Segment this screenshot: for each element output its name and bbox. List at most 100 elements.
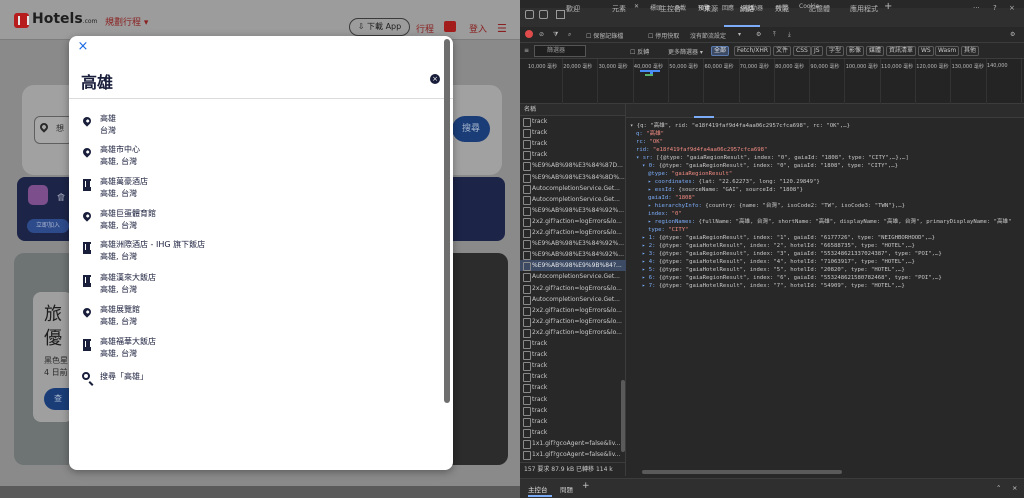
request-row[interactable]: 2x2.gif?action=logErrors&lo... [520, 216, 626, 227]
tab-response[interactable]: 回應 [722, 3, 734, 12]
filter-chip-ws[interactable]: WS [918, 46, 934, 56]
request-row[interactable]: %E9%AB%98%E3%84%8D%... [520, 172, 626, 183]
drawer-tab-console[interactable]: 主控台 [528, 484, 548, 494]
preview-line[interactable]: ▸ 1: {@type: "gaiaRegionResult", index: … [630, 234, 1020, 242]
tab-elements[interactable]: 元素 [612, 4, 626, 14]
request-row[interactable]: 2x2.gif?action=logErrors&lo... [520, 305, 626, 316]
tab-headers[interactable]: 標頭 [650, 3, 662, 12]
tab-payload[interactable]: 承載 [674, 3, 686, 12]
preview-line[interactable]: ▸ 6: {@type: "gaiaRegionResult", index: … [630, 274, 1020, 282]
request-row[interactable]: track [520, 394, 626, 405]
preview-line[interactable]: ▸ hierarchyInfo: {country: {name: "台灣", … [630, 202, 1020, 210]
wifi-icon[interactable]: ▾ [738, 31, 741, 38]
tab-timing[interactable]: 時間 [776, 3, 788, 12]
preview-line[interactable]: type: "CITY" [630, 226, 1020, 234]
drawer-expand-icon[interactable]: ⌃ [996, 484, 1001, 492]
record-icon[interactable] [525, 30, 533, 38]
clear-icon[interactable]: ⊘ [539, 31, 544, 38]
tab-welcome[interactable]: 歡迎 [566, 4, 580, 14]
network-settings-icon[interactable]: ⚙ [1010, 31, 1015, 38]
suggestion-item[interactable]: 高雄漢來大飯店 高雄, 台灣 [81, 272, 421, 300]
request-row[interactable]: 1x1.gif?gcoAgent=false&liv... [520, 438, 626, 449]
filter-chip-other[interactable]: 其他 [961, 46, 980, 56]
preview-line[interactable]: ▸ 2: {@type: "gaiaHotelResult", index: "… [630, 242, 1020, 250]
request-row[interactable]: track [520, 349, 626, 361]
suggestion-item[interactable]: 高雄福華大飯店 高雄, 台灣 [81, 336, 421, 364]
request-row[interactable]: track [520, 371, 626, 383]
suggestion-item[interactable]: 高雄展覽館 高雄, 台灣 [81, 304, 421, 332]
request-row[interactable]: %E9%AB%98%E3%84%87D... [520, 160, 626, 172]
settings-icon[interactable]: ⚙ [756, 31, 761, 38]
close-icon[interactable]: × [76, 40, 90, 54]
inspect-icon[interactable] [525, 10, 534, 19]
request-row[interactable]: 2x2.gif?action=logErrors&lo... [520, 327, 626, 338]
request-row[interactable]: track [520, 127, 626, 139]
disable-cache-checkbox[interactable]: ☐ 停用快取 [648, 31, 679, 40]
preview-line[interactable]: @type: "gaiaRegionResult" [630, 170, 1020, 178]
suggestion-item[interactable]: 高雄 台灣 [81, 113, 421, 141]
hotels-logo-icon[interactable] [14, 13, 29, 28]
request-row[interactable]: 2x2.gif?action=logErrors&lo... [520, 283, 626, 294]
request-row[interactable]: 1x1.gif?gcoAgent=false&liv... [520, 449, 626, 460]
request-row[interactable]: AutocompletionService.Get... [520, 194, 626, 205]
filter-input[interactable]: 篩選器 [534, 45, 586, 57]
tab-application[interactable]: 應用程式 [850, 4, 878, 14]
preview-line[interactable]: ▸ 5: {@type: "gaiaHotelResult", index: "… [630, 266, 1020, 274]
request-row[interactable]: track [520, 138, 626, 150]
preview-line[interactable]: ▾ {q: "高雄", rid: "e18f419faf9d4fa4aa06c2… [630, 122, 1020, 130]
filter-chip-doc[interactable]: 文件 [773, 46, 792, 56]
menu-icon[interactable]: ☰ [497, 22, 507, 35]
close-detail-icon[interactable]: ✕ [634, 3, 639, 10]
request-row[interactable]: 2x2.gif?action=logErrors&lo... [520, 316, 626, 327]
tab-initiator[interactable]: 啟動器 [745, 3, 763, 12]
suggestion-item[interactable]: 高雄洲際酒店 - IHG 旗下飯店 高雄, 台灣 [81, 239, 421, 267]
get-app-button[interactable]: ⇩ 下載 App [349, 18, 410, 36]
hotels-logo[interactable]: Hotels.com [32, 11, 97, 27]
drawer-close-icon[interactable]: × [1012, 484, 1017, 492]
inbox-icon[interactable] [444, 21, 456, 32]
throttle-select[interactable]: 沒有節流設定 [690, 31, 726, 40]
preview-line[interactable]: ▸ 7: {@type: "gaiaHotelResult", index: "… [630, 282, 1020, 290]
preview-line[interactable]: ▾ sr: [{@type: "gaiaRegionResult", index… [630, 154, 1020, 162]
request-row[interactable]: track [520, 405, 626, 416]
help-icon[interactable]: ? [993, 4, 997, 12]
preview-horizontal-scrollbar[interactable] [642, 470, 842, 474]
destination-query-input[interactable]: 高雄 [81, 69, 113, 93]
request-row[interactable]: %E9%AB%98%E3%84%92%... [520, 249, 626, 261]
request-row[interactable]: AutocompletionService.Get... [520, 271, 626, 283]
preview-line[interactable]: gaiaId: "1808" [630, 194, 1020, 202]
filter-chip-js[interactable]: JS [811, 46, 823, 56]
filter-chip-font[interactable]: 字型 [826, 46, 845, 56]
import-icon[interactable]: ⤒ [773, 31, 776, 39]
more-filters-dropdown[interactable]: 更多篩選器 ▾ [668, 47, 703, 56]
export-icon[interactable]: ⤓ [788, 31, 791, 39]
destination-input[interactable] [34, 116, 74, 144]
preview-line[interactable]: ▸ essId: {sourceName: "GAI", sourceId: "… [630, 186, 1020, 194]
preview-line[interactable]: ▸ coordinates: {lat: "22.62273", long: "… [630, 178, 1020, 186]
request-row[interactable]: %E9%AB%98%E3%84%92%... [520, 238, 626, 250]
search-all-item[interactable]: 搜尋「高雄」 [81, 369, 421, 397]
trips-link[interactable]: 行程 [416, 22, 434, 35]
more-icon[interactable]: ··· [973, 4, 980, 12]
hero-cta-button[interactable]: 查 [44, 388, 70, 410]
filter-menu-icon[interactable]: ≡ [524, 47, 529, 54]
search-button[interactable]: 搜尋 [452, 116, 490, 142]
request-row[interactable]: track [520, 427, 626, 438]
filter-chip-img[interactable]: 影像 [846, 46, 865, 56]
suggestion-item[interactable]: 高雄市中心 高雄, 台灣 [81, 144, 421, 172]
add-drawer-tab-icon[interactable]: + [582, 481, 590, 491]
suggestion-item[interactable]: 高雄萬豪酒店 高雄, 台灣 [81, 176, 421, 204]
close-devtools-icon[interactable]: × [1009, 4, 1015, 12]
filter-chip-media[interactable]: 媒體 [866, 46, 885, 56]
filter-chip-all[interactable]: 全部 [711, 46, 730, 56]
request-row[interactable]: track [520, 116, 626, 127]
request-row[interactable]: AutocompletionService.Get... [520, 294, 626, 305]
preview-line[interactable]: ▾ 0: {@type: "gaiaRegionResult", index: … [630, 162, 1020, 170]
tab-preview[interactable]: 預覽 [698, 3, 710, 12]
preview-line[interactable]: ▸ 4: {@type: "gaiaHotelResult", index: "… [630, 258, 1020, 266]
add-tab-icon[interactable]: + [884, 1, 892, 12]
filter-chip-wasm[interactable]: Wasm [935, 46, 960, 56]
request-list-scrollbar[interactable] [621, 380, 625, 452]
search-icon[interactable]: ⌕ [568, 31, 571, 39]
request-row[interactable]: track [520, 149, 626, 161]
